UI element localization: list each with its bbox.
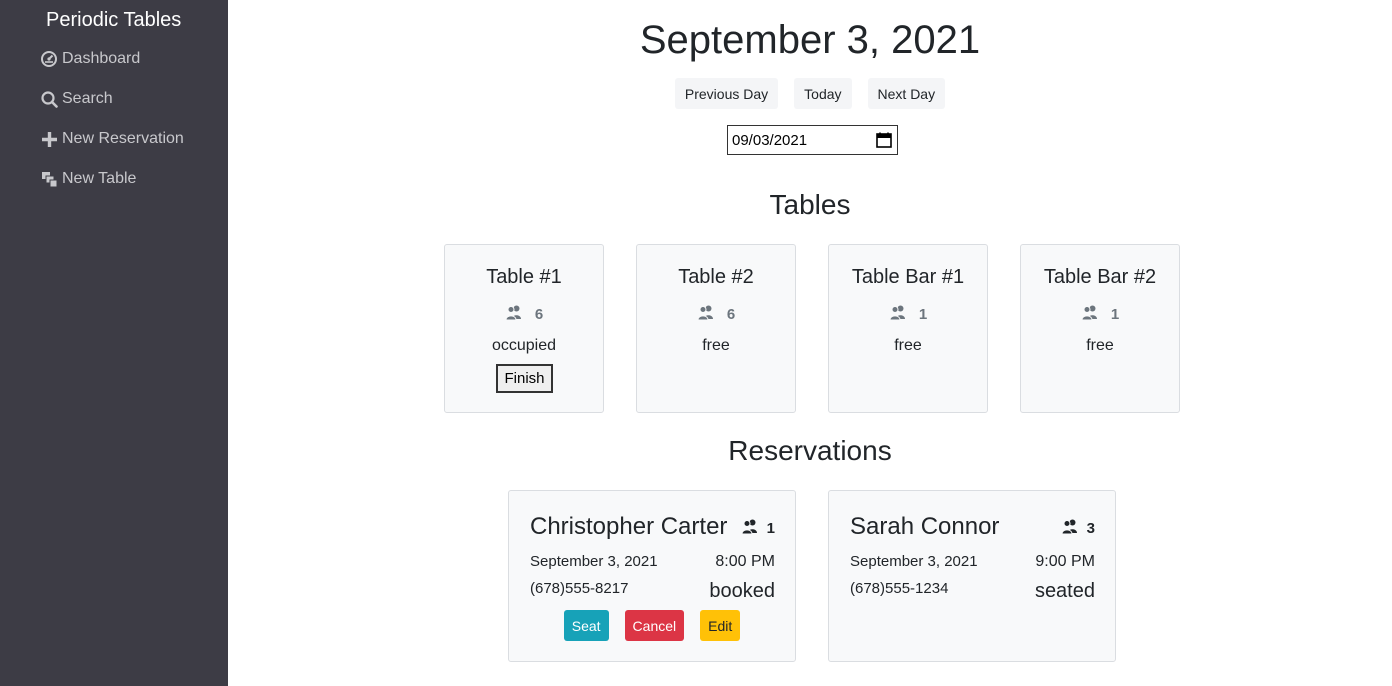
next-day-button[interactable]: Next Day — [867, 78, 946, 109]
table-name: Table Bar #2 — [1043, 266, 1157, 288]
sidebar-item-new-table[interactable]: New Table — [40, 167, 136, 191]
sidebar-item-label: New Table — [62, 170, 137, 187]
date-input[interactable]: 09/03/2021 — [727, 125, 898, 155]
table-status: free — [894, 337, 922, 354]
sidebar-item-new-reservation[interactable]: New Reservation — [40, 127, 184, 151]
table-card: Table #2 6 free — [636, 244, 796, 413]
table-capacity-value: 6 — [726, 306, 736, 323]
reservation-card: Sarah Connor 3 September 3, 2021 9:00 PM… — [828, 490, 1116, 662]
reservation-party-size: 3 — [1061, 519, 1095, 538]
sidebar-item-label: New Reservation — [62, 130, 184, 147]
table-card: Table Bar #1 1 free — [828, 244, 988, 413]
table-name: Table Bar #1 — [851, 266, 965, 288]
reservation-date: September 3, 2021 — [850, 553, 978, 570]
reservation-time: 8:00 PM — [715, 553, 775, 570]
reservation-people-value: 3 — [1086, 520, 1095, 537]
reservation-date: September 3, 2021 — [530, 553, 658, 570]
table-status: free — [1086, 337, 1114, 354]
day-navigation: Previous Day Today Next Day — [228, 78, 1392, 109]
date-input-value: 09/03/2021 — [732, 131, 808, 149]
people-icon — [741, 519, 759, 538]
table-status: occupied — [491, 337, 557, 354]
layers-icon — [40, 170, 58, 188]
plus-icon — [40, 130, 58, 148]
table-capacity: 6 — [445, 305, 603, 324]
reservation-time: 9:00 PM — [1035, 553, 1095, 570]
cancel-button[interactable]: Cancel — [624, 610, 685, 641]
reservation-people-value: 1 — [766, 520, 775, 537]
table-card: Table #1 6 occupied Finish — [444, 244, 604, 413]
table-capacity: 6 — [637, 305, 795, 324]
sidebar-item-label: Search — [62, 90, 113, 107]
reservation-phone: (678)555-1234 — [850, 580, 949, 597]
table-capacity-value: 1 — [918, 306, 928, 323]
people-icon — [889, 305, 907, 324]
reservation-actions: Seat Cancel Edit — [509, 610, 795, 641]
table-capacity-value: 6 — [534, 306, 544, 323]
table-card: Table Bar #2 1 free — [1020, 244, 1180, 413]
edit-button[interactable]: Edit — [700, 610, 741, 641]
sidebar-item-search[interactable]: Search — [40, 87, 113, 111]
sidebar-item-dashboard[interactable]: Dashboard — [40, 47, 140, 71]
table-status: free — [702, 337, 730, 354]
sidebar: Periodic Tables Dashboard Search New Res… — [0, 0, 228, 686]
table-name: Table #1 — [486, 266, 562, 288]
search-icon — [40, 90, 58, 108]
main-content: September 3, 2021 Previous Day Today Nex… — [228, 0, 1392, 686]
reservation-party-size: 1 — [741, 519, 775, 538]
people-icon — [697, 305, 715, 324]
table-capacity: 1 — [829, 305, 987, 324]
dashboard-icon — [40, 50, 58, 68]
reservation-status: seated — [1034, 580, 1095, 602]
reservation-card: Christopher Carter 1 September 3, 2021 8… — [508, 490, 796, 662]
table-capacity: 1 — [1021, 305, 1179, 324]
previous-day-button[interactable]: Previous Day — [674, 78, 779, 109]
seat-button[interactable]: Seat — [563, 610, 609, 641]
sidebar-item-label: Dashboard — [62, 50, 141, 67]
today-button[interactable]: Today — [794, 78, 852, 109]
table-name: Table #2 — [678, 266, 754, 288]
people-icon — [1061, 519, 1079, 538]
reservation-status: booked — [709, 580, 775, 602]
tables-heading: Tables — [769, 189, 851, 220]
people-icon — [1081, 305, 1099, 324]
finish-button[interactable]: Finish — [496, 364, 553, 393]
table-capacity-value: 1 — [1110, 306, 1120, 323]
brand-title[interactable]: Periodic Tables — [46, 8, 181, 32]
reservation-name: Sarah Connor — [850, 513, 1000, 540]
reservations-heading: Reservations — [728, 435, 892, 466]
calendar-icon[interactable] — [876, 132, 892, 152]
reservation-phone: (678)555-8217 — [530, 580, 629, 597]
page-title: September 3, 2021 — [639, 18, 981, 62]
people-icon — [505, 305, 523, 324]
reservation-name: Christopher Carter — [530, 513, 728, 540]
